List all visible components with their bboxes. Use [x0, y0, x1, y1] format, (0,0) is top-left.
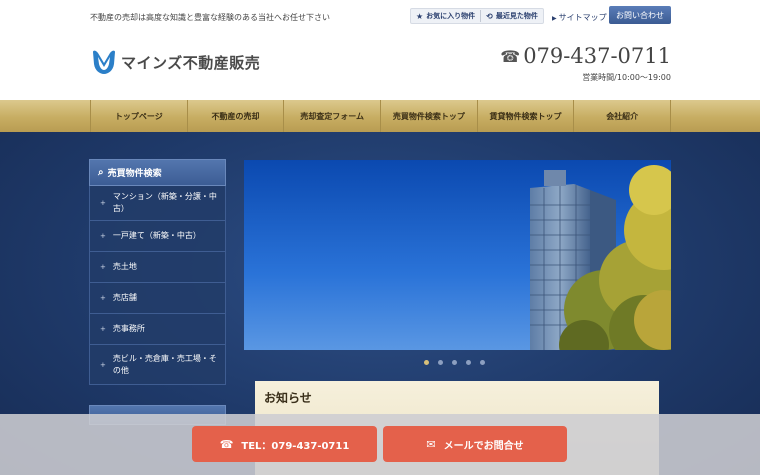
sitemap-label: サイトマップ: [558, 13, 607, 22]
nav-item-sell[interactable]: 不動産の売却: [186, 100, 284, 132]
site-header: 不動産の売却は高度な知識と豊富な経験のある当社へお任せ下さい ★ お気に入り物件…: [0, 0, 760, 100]
favorites-link[interactable]: お気に入り物件: [426, 11, 475, 21]
utility-box: ★ お気に入り物件 ⟲ 最近見た物件: [410, 8, 544, 24]
plus-icon: +: [100, 294, 106, 302]
building-photo: [244, 160, 671, 350]
plus-icon: +: [100, 325, 106, 333]
slider-dot[interactable]: [480, 360, 485, 365]
header-phone[interactable]: ☎ 079-437-0711: [500, 44, 671, 68]
sitemap-link[interactable]: ▶ サイトマップ: [552, 12, 607, 23]
sidebar-item-label: マンション（新築・分譲・中古）: [112, 192, 217, 213]
logo[interactable]: マインズ不動産販売: [90, 48, 260, 76]
nav-item-company[interactable]: 会社紹介: [573, 100, 672, 132]
slider-dot[interactable]: [466, 360, 471, 365]
sidebar-item-label: 一戸建て（新築・中古）: [112, 231, 201, 240]
sidebar-title: ⌕ 売買物件検索: [89, 159, 226, 186]
phone-icon: ☎: [219, 437, 234, 451]
phone-icon: ☎: [500, 46, 521, 66]
tagline: 不動産の売却は高度な知識と豊富な経験のある当社へお任せ下さい: [90, 13, 330, 22]
nav-item-appraisal-form[interactable]: 売却査定フォーム: [283, 100, 380, 132]
slider-dot[interactable]: [424, 360, 429, 365]
divider: [480, 10, 482, 22]
contact-button[interactable]: お問い合わせ: [609, 6, 671, 24]
star-icon: ★: [416, 11, 424, 21]
mail-button-label: メールでお問合せ: [443, 440, 524, 452]
arrow-icon: ▶: [552, 15, 557, 22]
sidebar-item-office[interactable]: + 売事務所: [89, 314, 226, 345]
tel-button[interactable]: ☎ TEL：079-437-0711: [192, 426, 377, 462]
mail-button[interactable]: ✉ メールでお問合せ: [383, 426, 567, 462]
nav-item-top[interactable]: トップページ: [90, 100, 187, 132]
sidebar-title-label: 売買物件検索: [107, 169, 162, 179]
business-hours: 営業時間/10:00〜19:00: [582, 73, 671, 82]
nav-list: トップページ 不動産の売却 売却査定フォーム 売買物件検索トップ 賃貸物件検索ト…: [90, 100, 672, 132]
news-title: お知らせ: [264, 391, 312, 405]
slider-dot[interactable]: [438, 360, 443, 365]
history-icon: ⟲: [486, 11, 493, 21]
global-nav: トップページ 不動産の売却 売却査定フォーム 売買物件検索トップ 賃貸物件検索ト…: [0, 100, 760, 132]
sidebar-item-mansion[interactable]: + マンション（新築・分譲・中古）: [89, 186, 226, 221]
plus-icon: +: [100, 232, 106, 240]
nav-item-sale-search[interactable]: 売買物件検索トップ: [380, 100, 477, 132]
sidebar-item-label: 売土地: [112, 262, 137, 271]
nav-item-rental-search[interactable]: 賃貸物件検索トップ: [476, 100, 574, 132]
sidebar-item-label: 売事務所: [112, 324, 145, 333]
logo-mark-icon: [93, 50, 115, 74]
mail-icon: ✉: [426, 437, 436, 451]
sidebar-item-label: 売店舗: [112, 293, 137, 302]
sidebar-item-house[interactable]: + 一戸建て（新築・中古）: [89, 221, 226, 252]
sidebar: ⌕ 売買物件検索 + マンション（新築・分譲・中古） + 一戸建て（新築・中古）…: [89, 159, 226, 385]
plus-icon: +: [100, 263, 106, 271]
fixed-contact-bar: [0, 414, 760, 475]
sidebar-item-label: 売ビル・売倉庫・売工場・その他: [112, 353, 217, 375]
sidebar-item-building[interactable]: + 売ビル・売倉庫・売工場・その他: [89, 345, 226, 385]
plus-icon: +: [100, 199, 106, 207]
plus-icon: +: [100, 360, 106, 369]
slider-dot[interactable]: [452, 360, 457, 365]
sidebar-item-land[interactable]: + 売土地: [89, 252, 226, 283]
sidebar-item-shop[interactable]: + 売店舗: [89, 283, 226, 314]
recent-link[interactable]: 最近見た物件: [496, 11, 538, 21]
search-icon: ⌕: [98, 167, 104, 178]
logo-text: マインズ不動産販売: [121, 53, 261, 72]
utility-links: ★ お気に入り物件 ⟲ 最近見た物件: [410, 8, 544, 24]
slider-pagination: [424, 360, 494, 365]
hero-slider-image[interactable]: [244, 160, 671, 350]
phone-number: 079-437-0711: [523, 44, 671, 68]
tel-button-label: TEL：079-437-0711: [241, 440, 350, 452]
